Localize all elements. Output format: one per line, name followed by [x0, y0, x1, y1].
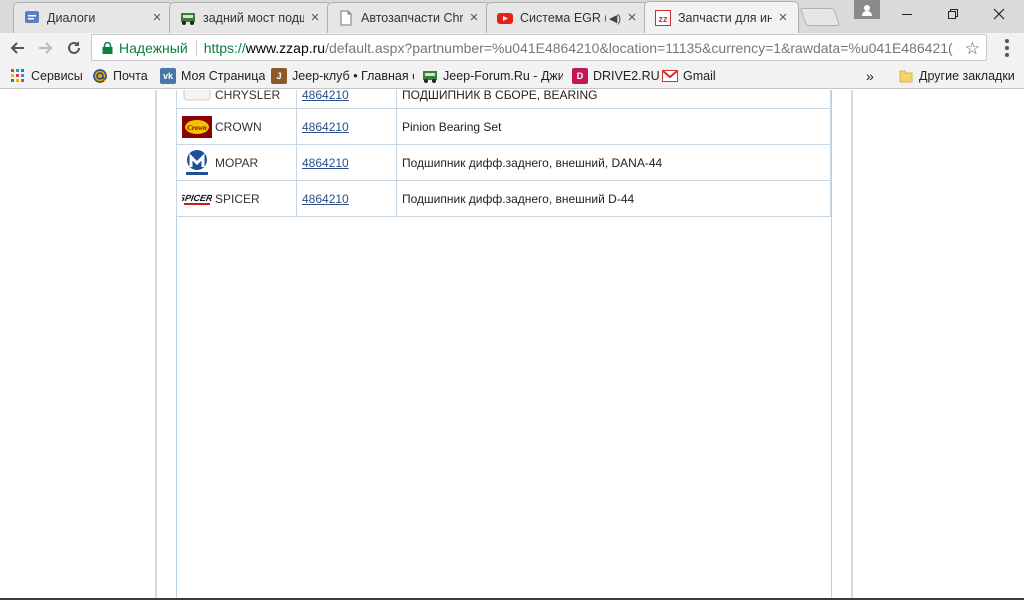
- jeep-club-icon: J: [271, 68, 287, 84]
- table-row: Crown CROWN 4864210 Pinion Bearing Set: [176, 108, 831, 145]
- page-viewport: CHRYSLER 4864210 ПОДШИПНИК В СБОРЕ, BEAR…: [0, 90, 1024, 600]
- lock-icon: [102, 41, 113, 54]
- tab-title: задний мост подш: [203, 11, 304, 25]
- more-bookmarks-chevron[interactable]: »: [866, 66, 874, 86]
- part-number-cell: 4864210: [296, 144, 397, 181]
- svg-text:Crown: Crown: [187, 124, 207, 132]
- table-row: SPICER SPICER 4864210 Подшипник дифф.зад…: [176, 180, 831, 217]
- vk-icon: vk: [160, 68, 176, 84]
- window-close-icon[interactable]: [976, 0, 1022, 28]
- table-row: CHRYSLER 4864210 ПОДШИПНИК В СБОРЕ, BEAR…: [176, 90, 831, 109]
- brand-name: CROWN: [215, 119, 262, 134]
- close-icon[interactable]: ×: [150, 10, 164, 25]
- brand-cell: Crown CROWN: [176, 108, 297, 145]
- description-cell: ПОДШИПНИК В СБОРЕ, BEARING: [396, 90, 831, 109]
- tab-title: Диалоги: [47, 11, 96, 25]
- spicer-logo: SPICER: [182, 187, 212, 211]
- youtube-icon: [497, 10, 513, 26]
- brand-name: CHRYSLER: [215, 90, 281, 102]
- tab-rear-axle[interactable]: задний мост подш ×: [169, 2, 331, 33]
- tab-dialogs[interactable]: Диалоги ×: [13, 2, 173, 33]
- close-icon[interactable]: ×: [625, 10, 639, 25]
- svg-text:zz: zz: [659, 14, 669, 24]
- address-bar[interactable]: Надежный https://www.zzap.ru/default.asp…: [91, 34, 987, 61]
- part-number-link[interactable]: 4864210: [302, 90, 349, 102]
- part-number-cell: 4864210: [296, 108, 397, 145]
- secure-label: Надежный: [119, 39, 188, 56]
- restore-icon[interactable]: [930, 0, 976, 28]
- part-number-cell: 4864210: [296, 180, 397, 217]
- close-icon[interactable]: ×: [308, 10, 322, 25]
- zzap-icon: zz: [655, 9, 671, 26]
- crown-logo: Crown: [182, 115, 212, 139]
- jeep-icon: [180, 10, 196, 26]
- tab-title: Запчасти для инс: [678, 10, 772, 25]
- part-number-cell: 4864210: [296, 90, 397, 109]
- bookmark-jeep-forum[interactable]: Jeep-Forum.Ru - Джи: [422, 66, 563, 86]
- close-icon[interactable]: ×: [776, 10, 790, 25]
- brand-cell: SPICER SPICER: [176, 180, 297, 217]
- close-icon[interactable]: ×: [467, 10, 481, 25]
- bookmark-star-icon[interactable]: ☆: [965, 39, 980, 59]
- mopar-logo: [182, 149, 212, 175]
- jeep-forum-icon: [422, 68, 438, 84]
- part-number-link[interactable]: 4864210: [302, 120, 349, 134]
- divider: [195, 39, 197, 56]
- description-cell: Подшипник дифф.заднего, внешний D-44: [396, 180, 831, 217]
- tab-title: Система EGR (: [520, 11, 606, 25]
- part-number-link[interactable]: 4864210: [302, 156, 349, 170]
- drive2-icon: D: [572, 68, 588, 84]
- parts-table: CHRYSLER 4864210 ПОДШИПНИК В СБОРЕ, BEAR…: [176, 90, 831, 217]
- chat-icon: [24, 10, 40, 26]
- bookmark-jeep-club[interactable]: J Jeep-клуб • Главная с: [271, 66, 414, 86]
- bookmark-drive2[interactable]: D DRIVE2.RU: [572, 66, 660, 86]
- bookmark-gmail[interactable]: Gmail: [662, 66, 716, 86]
- menu-kebab-icon[interactable]: [997, 37, 1017, 59]
- tab-strip: Диалоги × задний мост подш × Автозапчаст…: [0, 0, 1024, 33]
- part-number-link[interactable]: 4864210: [302, 192, 349, 206]
- back-arrow-icon[interactable]: [6, 37, 28, 59]
- brand-name: SPICER: [215, 191, 260, 206]
- minimize-icon[interactable]: [884, 0, 930, 28]
- tab-zzap-parts[interactable]: zz Запчасти для инс ×: [644, 1, 799, 33]
- brand-name: MOPAR: [215, 155, 259, 170]
- svg-text:SPICER: SPICER: [182, 193, 212, 203]
- browser-toolbar: Надежный https://www.zzap.ru/default.asp…: [0, 33, 1024, 62]
- bookmark-other[interactable]: Другие закладки: [898, 66, 1015, 86]
- bookmark-vk[interactable]: vk Моя Страница: [160, 66, 265, 86]
- tab-autoparts-chr[interactable]: Автозапчасти Chr ×: [327, 2, 490, 33]
- description-cell: Pinion Bearing Set: [396, 108, 831, 145]
- document-icon: [338, 10, 354, 26]
- chrysler-logo: [182, 90, 212, 107]
- profile-icon[interactable]: [854, 0, 880, 19]
- brand-cell: CHRYSLER: [176, 90, 297, 109]
- new-tab-button[interactable]: [799, 8, 841, 26]
- table-row: MOPAR 4864210 Подшипник дифф.заднего, вн…: [176, 144, 831, 181]
- brand-cell: MOPAR: [176, 144, 297, 181]
- mail-at-icon: [92, 68, 108, 84]
- forward-arrow-icon[interactable]: [35, 37, 57, 59]
- apps-grid-icon: [10, 68, 26, 84]
- bookmarks-bar: Сервисы Почта vk Моя Страница J Jeep-клу…: [0, 62, 1024, 89]
- tab-egr-system[interactable]: Система EGR ( ◀) ×: [486, 2, 648, 33]
- bookmark-mail[interactable]: Почта: [92, 66, 148, 86]
- description-cell: Подшипник дифф.заднего, внешний, DANA-44: [396, 144, 831, 181]
- tab-title: Автозапчасти Chr: [361, 11, 463, 25]
- audio-playing-icon[interactable]: ◀): [609, 12, 621, 25]
- bookmark-services[interactable]: Сервисы: [10, 66, 83, 86]
- folder-icon: [898, 68, 914, 84]
- gmail-icon: [662, 68, 678, 84]
- url-text[interactable]: https://www.zzap.ru/default.aspx?partnum…: [204, 40, 954, 56]
- reload-icon[interactable]: [63, 37, 85, 59]
